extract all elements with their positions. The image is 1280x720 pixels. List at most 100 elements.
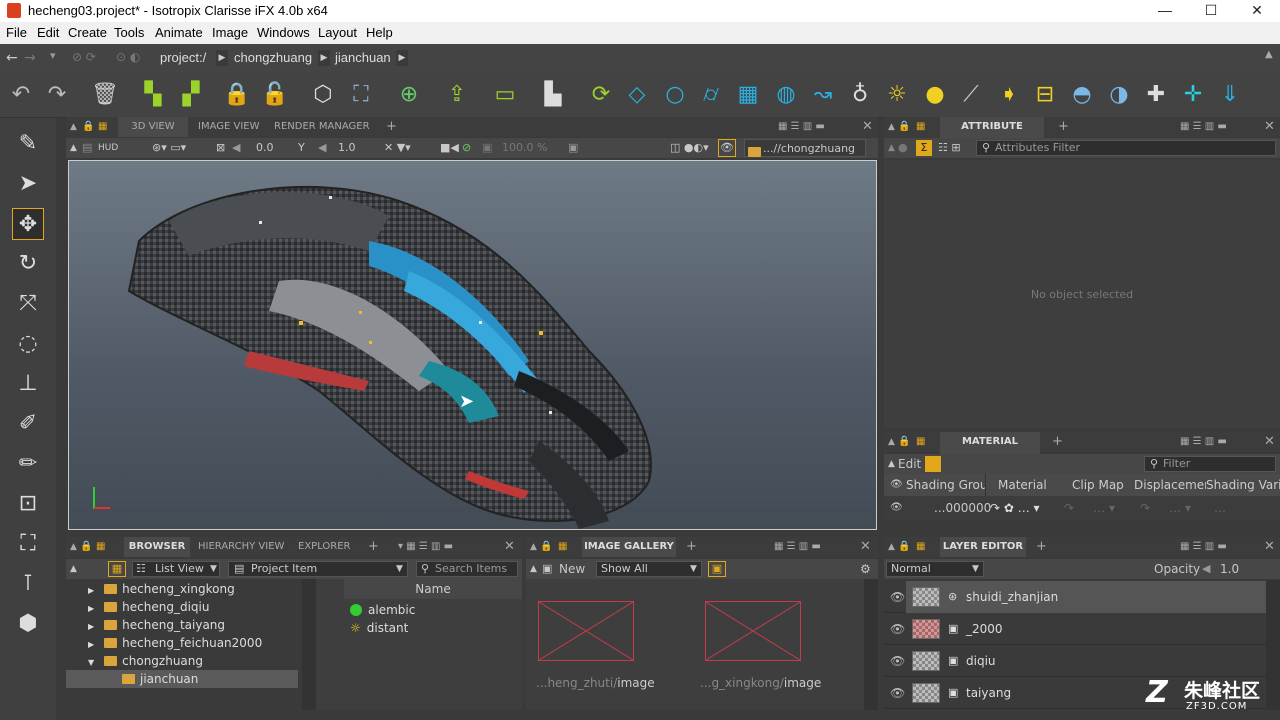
stamp-tool-icon[interactable]: ⊥ [12, 368, 44, 400]
hud-toggle[interactable]: HUD [98, 138, 118, 158]
material-link-icon[interactable]: ↷ ✿ … ▾ [990, 496, 1040, 520]
panel-pin-icon[interactable]: ▦ [916, 537, 925, 557]
column-clip-map[interactable]: Clip Map [1072, 474, 1124, 496]
opacity-slider-icon[interactable]: ◀ [1202, 559, 1210, 579]
eye-icon[interactable]: ● [898, 138, 908, 158]
lock-icon[interactable]: 🔒 [222, 80, 252, 110]
gamma-value[interactable]: 1.0 [338, 138, 356, 158]
panel-close-icon[interactable]: ✕ [1264, 537, 1275, 557]
image-thumbnail-missing[interactable] [705, 601, 801, 661]
panel-collapse-icon[interactable]: ▲ [530, 537, 537, 557]
back-arrow-icon[interactable]: ← [6, 50, 18, 66]
tree-scrollbar[interactable] [302, 579, 316, 710]
material-filter-input[interactable]: Filter [1144, 456, 1276, 472]
exposure-icon[interactable]: ◀ [232, 138, 240, 158]
refresh-icon[interactable]: ⟳ [586, 80, 616, 110]
new-image-icon[interactable]: ▣ [542, 559, 552, 579]
edit-menu[interactable]: Edit [898, 454, 921, 474]
spot-light-icon[interactable]: ⟋ [956, 80, 986, 110]
blend-mode-select[interactable]: Normal [886, 561, 984, 577]
panel-pin-icon[interactable]: ▦ [98, 117, 107, 137]
tree-item[interactable]: ▶ hecheng_feichuan2000 [88, 634, 262, 652]
image-thumbnail-missing[interactable] [538, 601, 634, 661]
tab-3d-view[interactable]: 3D VIEW [118, 117, 188, 137]
sphere-primitive-icon[interactable]: ○ [660, 80, 690, 110]
gallery-filter-select[interactable]: Show All [596, 561, 702, 577]
add-tab-button[interactable]: + [686, 537, 697, 557]
collapse-icon[interactable]: ▲ [888, 138, 895, 158]
add-locator-icon[interactable]: ✛ [1178, 80, 1208, 110]
menu-file[interactable]: File [6, 25, 27, 40]
panel-lock-icon[interactable]: 🔒 [80, 537, 92, 557]
area-light-icon[interactable]: ➧ [994, 80, 1024, 110]
grid-primitive-icon[interactable]: ▦ [733, 80, 763, 110]
menu-tools[interactable]: Tools [114, 25, 144, 40]
image-gallery-title[interactable]: IMAGE GALLERY [582, 537, 676, 557]
menu-windows[interactable]: Windows [257, 25, 310, 40]
viewport-collapse-icon[interactable]: ▲ [70, 138, 77, 158]
opacity-value[interactable]: 1.0 [1220, 559, 1239, 579]
group-icon[interactable]: ▚ [138, 80, 168, 110]
minimize-button[interactable]: — [1142, 0, 1188, 22]
eye-icon[interactable]: 👁 [890, 496, 903, 520]
panel-collapse-icon[interactable]: ▲ [70, 117, 77, 137]
column-displacement[interactable]: Displacement [1134, 474, 1206, 496]
curve-icon[interactable]: ↝ [808, 80, 838, 110]
redo-icon[interactable]: ↷ [42, 80, 72, 110]
zoom-value[interactable]: 100.0 % [502, 138, 547, 158]
clip-map-link-icon[interactable]: ↷ … ▾ [1064, 496, 1115, 520]
item-type-select[interactable]: Project Item [228, 561, 408, 577]
gamma-arrow-icon[interactable]: ◀ [318, 138, 326, 158]
settings-icon[interactable]: ⚙ [860, 559, 871, 579]
gallery-view-icon[interactable]: ▣ [708, 561, 726, 577]
tree-item[interactable]: ▶ hecheng_taiyang [88, 616, 225, 634]
menu-layout[interactable]: Layout [318, 25, 357, 40]
displacement-link-icon[interactable]: ↷ … ▾ [1140, 496, 1191, 520]
tab-browser[interactable]: BROWSER [124, 537, 190, 557]
unlock-icon[interactable]: 🔓 [260, 80, 290, 110]
globe-primitive-icon[interactable]: ◍ [771, 80, 801, 110]
breadcrumb-separator-icon[interactable]: ▶ [318, 50, 330, 66]
point-light-icon[interactable]: ● [920, 80, 950, 110]
cylinder-primitive-icon[interactable]: ⌭ [696, 80, 726, 110]
select-tool-icon[interactable]: ➤ [12, 168, 44, 200]
layer-editor-title[interactable]: LAYER EDITOR [940, 537, 1026, 557]
collapse-icon[interactable]: ▲ [530, 559, 537, 579]
attributes-filter-input[interactable]: Attributes Filter [976, 140, 1276, 156]
gamma-icon[interactable]: Y [298, 138, 305, 158]
add-tab-button[interactable]: + [1036, 537, 1047, 557]
menu-animate[interactable]: Animate [155, 25, 203, 40]
list-item[interactable]: alembic [350, 601, 415, 619]
tab-image-view[interactable]: IMAGE VIEW [198, 117, 259, 137]
layout-grid-icon[interactable]: ▦ ☰ ▥ ▬ [1180, 117, 1227, 137]
frame-icon[interactable]: ⊠ [216, 138, 225, 158]
menu-help[interactable]: Help [366, 25, 393, 40]
folder-view-icon[interactable]: ▦ [108, 561, 126, 577]
panel-lock-icon[interactable]: 🔒 [82, 117, 94, 137]
panel-collapse-icon[interactable]: ▲ [70, 537, 77, 557]
move-tool-icon[interactable]: ✥ [12, 208, 44, 240]
new-image-button[interactable]: New [559, 559, 585, 579]
panel-close-icon[interactable]: ✕ [504, 537, 515, 557]
breadcrumb-separator-icon[interactable]: ▶ [396, 50, 408, 66]
import-icon[interactable]: ⊕ [394, 80, 424, 110]
exposure-value[interactable]: 0.0 [256, 138, 274, 158]
display-icon[interactable]: ◫ ●◐▾ [670, 138, 709, 158]
breadcrumb-project[interactable]: project:/ [160, 49, 206, 67]
scroll-up-icon[interactable]: ▲ [1265, 49, 1273, 60]
camera-icon[interactable]: ■◀ [440, 138, 459, 158]
environment-icon[interactable]: ◓ [1067, 80, 1097, 110]
menu-create[interactable]: Create [68, 25, 107, 40]
list-item[interactable]: ☼ distant [350, 619, 408, 637]
cube-icon[interactable]: ⬡ [308, 80, 338, 110]
measure-tool-icon[interactable]: ⊺ [12, 568, 44, 600]
search-items-input[interactable]: Search Items [416, 561, 518, 577]
stop-icon[interactable]: ⊘ ⟳ [72, 50, 96, 64]
panel-lock-icon[interactable]: 🔒 [898, 537, 910, 557]
layout-grid-icon[interactable]: ▦ ☰ ▥ ▬ [778, 117, 825, 137]
delete-icon[interactable]: 🗑 [90, 80, 120, 110]
maximize-button[interactable]: ☐ [1188, 0, 1234, 22]
menu-image[interactable]: Image [212, 25, 248, 40]
panel-close-icon[interactable]: ✕ [860, 537, 871, 557]
breadcrumb-chongzhuang[interactable]: chongzhuang [234, 49, 312, 67]
